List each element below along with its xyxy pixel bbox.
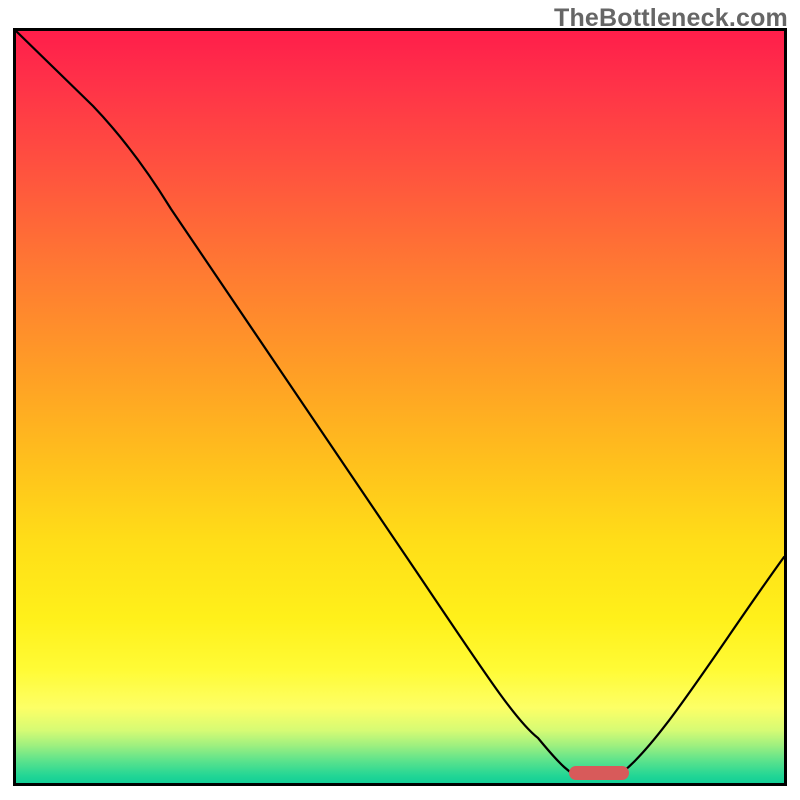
- optimal-marker: [569, 766, 629, 780]
- curve-layer: [16, 31, 784, 783]
- plot-frame: [13, 28, 787, 786]
- bottleneck-curve: [16, 31, 784, 777]
- chart-canvas: TheBottleneck.com: [0, 0, 800, 800]
